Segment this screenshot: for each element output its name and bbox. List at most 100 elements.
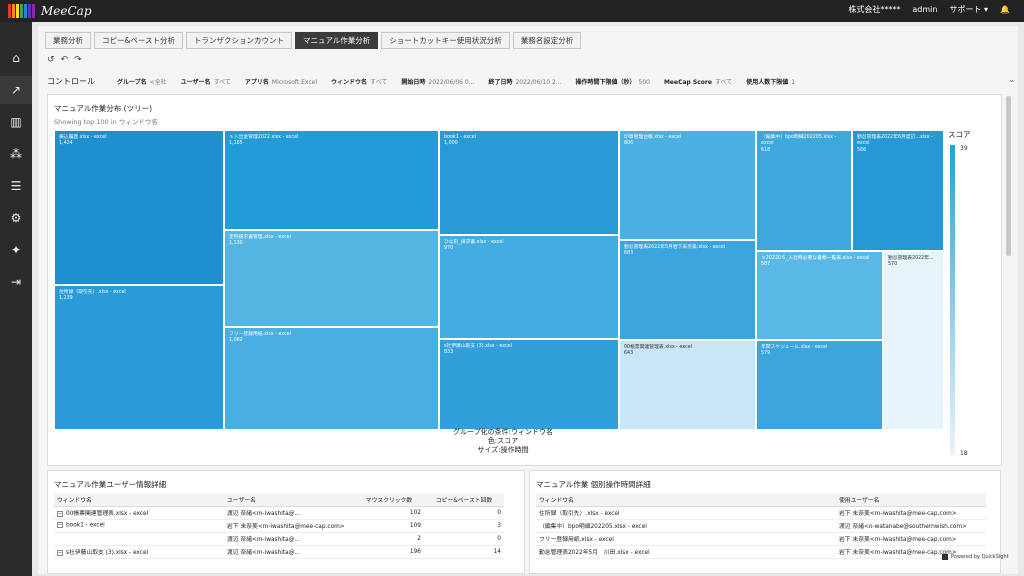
sidebar-item-gear[interactable]: ⚙: [0, 204, 32, 232]
user-menu[interactable]: admin: [912, 5, 937, 14]
treemap-cell-value: 1,424: [59, 141, 73, 147]
treemap-cell[interactable]: 振込履歴.xlsx - excel 1,424: [54, 130, 224, 285]
column-header[interactable]: ユーザー名: [224, 493, 354, 507]
filter-value: Microsoft Excel: [271, 78, 318, 86]
treemap-cell[interactable]: 印章管理台帳.xlsx - excel 806: [619, 130, 756, 240]
logo-bar: [8, 4, 11, 18]
treemap-cell[interactable]: ｓ入出金管理2022.xlsx - excel 1,165: [224, 130, 439, 230]
cell-window: − book1 - excel: [54, 519, 224, 533]
treemap-caption: グループ化の条件:ウィンドウ名 色:スコア サイズ:操作時間: [438, 428, 568, 455]
table-row[interactable]: 渡辺 奈緒<m-iwashita@... 2 0: [54, 532, 504, 546]
column-header[interactable]: ウィンドウ名: [536, 493, 836, 507]
cell-window: [54, 532, 224, 546]
table-row[interactable]: 勤怠管理表2022年5月 川田.xlsx - excel 岩下 未奈美<m-iwa…: [536, 545, 986, 559]
caption-group: グループ化の条件:ウィンドウ名: [453, 428, 553, 436]
table-row[interactable]: フリー登録用紙.xlsx - excel 岩下 未奈美<m-iwashita@me…: [536, 532, 986, 546]
sidebar-item-home[interactable]: ⌂: [0, 44, 32, 72]
table-row[interactable]: （編集中）bpo明細202205.xlsx - excel 渡辺 奈緒<n-wat…: [536, 519, 986, 533]
cell-window: − s社伊藤山取支 (3).xlsx - excel: [54, 545, 224, 559]
treemap-cell[interactable]: 住所録（取引先）.xlsx - excel 1,239: [54, 285, 224, 430]
treemap-cell[interactable]: 年間スケジュール.xlsx - excel 579: [756, 340, 883, 430]
logo-text: MeeCap: [41, 4, 92, 18]
sidebar-item-lightbulb[interactable]: ✦: [0, 236, 32, 264]
sidebar-item-server[interactable]: ☰: [0, 172, 32, 200]
treemap-cell-value: 586: [857, 147, 867, 153]
sidebar: ⌂ ↗ ▥ ⁂ ☰ ⚙ ✦ ⇥: [0, 22, 32, 576]
column-header[interactable]: 使用ユーザー名: [836, 493, 986, 507]
filter-bar: コントロール グループ名 <全社 ユーザー名 すべて アプリ名 Microsoft Exc…: [47, 74, 1015, 88]
treemap-cell[interactable]: book1 - excel 1,000: [439, 130, 619, 235]
tab-0[interactable]: 業務分析: [45, 32, 91, 49]
table-row[interactable]: 住所録（取引先）.xlsx - excel 岩下 未奈美<m-iwashita@m…: [536, 506, 986, 520]
collapse-icon[interactable]: −: [57, 549, 63, 556]
filter-item[interactable]: 使用人数下限値 1: [746, 77, 795, 86]
sidebar-item-logout[interactable]: ⇥: [0, 268, 32, 296]
collapse-icon[interactable]: −: [57, 510, 63, 517]
filter-item[interactable]: ウィンドウ名 すべて: [331, 77, 387, 86]
filter-item[interactable]: アプリ名 Microsoft Excel: [245, 77, 317, 86]
filter-item[interactable]: 終了日時 2022/06/10 2...: [488, 77, 561, 86]
treemap-cell[interactable]: ひな形_請求書.xlsx - excel 970: [439, 235, 619, 339]
filter-value: 500: [638, 78, 650, 86]
cell-window-text: s社伊藤山取支 (3).xlsx - excel: [66, 550, 149, 556]
filter-item[interactable]: グループ名 <全社: [117, 77, 167, 86]
filter-value: すべて: [714, 78, 733, 86]
treemap-cell[interactable]: 勤怠管理表2022年6月度訂...xlsx - excel 586: [852, 130, 944, 251]
treemap-cell[interactable]: 定例請求書管理.xlsx - excel 1,130: [224, 230, 439, 327]
cell-window: フリー登録用紙.xlsx - excel: [536, 532, 836, 546]
filter-label: 操作時間下限値（秒）: [575, 78, 636, 86]
treemap-cell-value: 587: [761, 262, 771, 268]
sidebar-item-trend-chart[interactable]: ↗: [0, 76, 32, 104]
chevron-down-icon[interactable]: ⌄: [1008, 75, 1015, 84]
tab-5[interactable]: 業務名設定分析: [512, 32, 582, 49]
table-row[interactable]: − book1 - excel 岩下 未奈美<m-iwashita@mee-cap.…: [54, 519, 504, 533]
app-logo[interactable]: MeeCap: [8, 3, 92, 19]
treemap-cell[interactable]: 勤怠管理表2022年5月岩下未奈美.xlsx - excel 683: [619, 240, 756, 340]
support-menu[interactable]: サポート ▾: [949, 4, 988, 15]
cell-clicks: 196: [354, 545, 424, 559]
powered-by: Powered by QuickSight: [942, 554, 1009, 560]
logo-bar: [32, 4, 35, 18]
footsteps-icon: ⁂: [10, 147, 22, 161]
filter-item[interactable]: 開始日時 2022/06/06 0...: [401, 77, 474, 86]
filter-item[interactable]: ユーザー名 すべて: [181, 77, 231, 86]
tab-4[interactable]: ショートカットキー使用状況分析: [381, 32, 510, 49]
filter-label: アプリ名: [244, 78, 269, 86]
filter-label: ウィンドウ名: [331, 78, 368, 86]
server-icon: ☰: [10, 179, 22, 193]
cell-clicks: 2: [354, 532, 424, 546]
sidebar-item-footsteps[interactable]: ⁂: [0, 140, 32, 168]
treemap-cell[interactable]: 勤怠管理表2022年... 570: [883, 251, 944, 430]
time-detail-panel: マニュアル作業 個別操作時間詳細 ウィンドウ名 使用ユーザー名 住所録（取引先）.…: [529, 470, 1001, 574]
column-header[interactable]: ウィンドウ名: [54, 493, 224, 507]
bell-icon[interactable]: 🔔: [1000, 5, 1010, 14]
redo-back-icon[interactable]: ↶: [61, 55, 69, 65]
treemap-cell[interactable]: 00帳票関連管理表.xlsx - excel 643: [619, 340, 756, 430]
legend-gradient: [950, 145, 955, 455]
analysis-tabs: 業務分析 コピー&ペースト分析 トランザクションカウント マニュアル作業分析 ショートカ…: [45, 32, 584, 49]
caption-size: サイズ:操作時間: [477, 446, 529, 455]
cell-window: 住所録（取引先）.xlsx - excel: [536, 506, 836, 520]
redo-forward-icon[interactable]: ↷: [74, 55, 82, 65]
tab-1[interactable]: コピー&ペースト分析: [94, 32, 183, 49]
column-header[interactable]: コピー&ペースト回数: [424, 493, 504, 507]
column-header[interactable]: マウスクリック数: [354, 493, 424, 507]
tab-3[interactable]: マニュアル作業分析: [294, 32, 379, 49]
legend-max: 39: [960, 145, 968, 152]
filter-item[interactable]: MeeCap Score すべて: [664, 77, 732, 86]
collapse-icon[interactable]: −: [57, 522, 63, 529]
tab-2[interactable]: トランザクションカウント: [185, 32, 292, 49]
filter-value: <全社: [149, 78, 167, 86]
treemap-cell-value: 970: [444, 246, 454, 252]
legend-title: スコア: [948, 130, 971, 139]
treemap-cell[interactable]: フリー登録用紙.xlsx - excel 1,062: [224, 327, 439, 430]
table-row[interactable]: − s社伊藤山取支 (3).xlsx - excel 渡辺 奈緒<m-iwashit…: [54, 545, 504, 559]
vertical-scrollbar[interactable]: [1006, 96, 1011, 256]
undo-icon[interactable]: ↺: [47, 55, 55, 65]
table-row[interactable]: −00帳票関連管理表.xlsx - excel 渡辺 奈緒<m-iwashita@…: [54, 506, 504, 520]
treemap-cell[interactable]: （編集中）bpo明細202205.xlsx - excel 618: [756, 130, 852, 251]
treemap-cell[interactable]: ｓ20220６_入社時必要な書類一覧表.xlsx - excel 587: [756, 251, 883, 340]
filter-item[interactable]: 操作時間下限値（秒） 500: [575, 77, 649, 86]
treemap-cell[interactable]: s社伊藤山取支 (3).xlsx - excel 833: [439, 339, 619, 430]
sidebar-item-bar-chart[interactable]: ▥: [0, 108, 32, 136]
